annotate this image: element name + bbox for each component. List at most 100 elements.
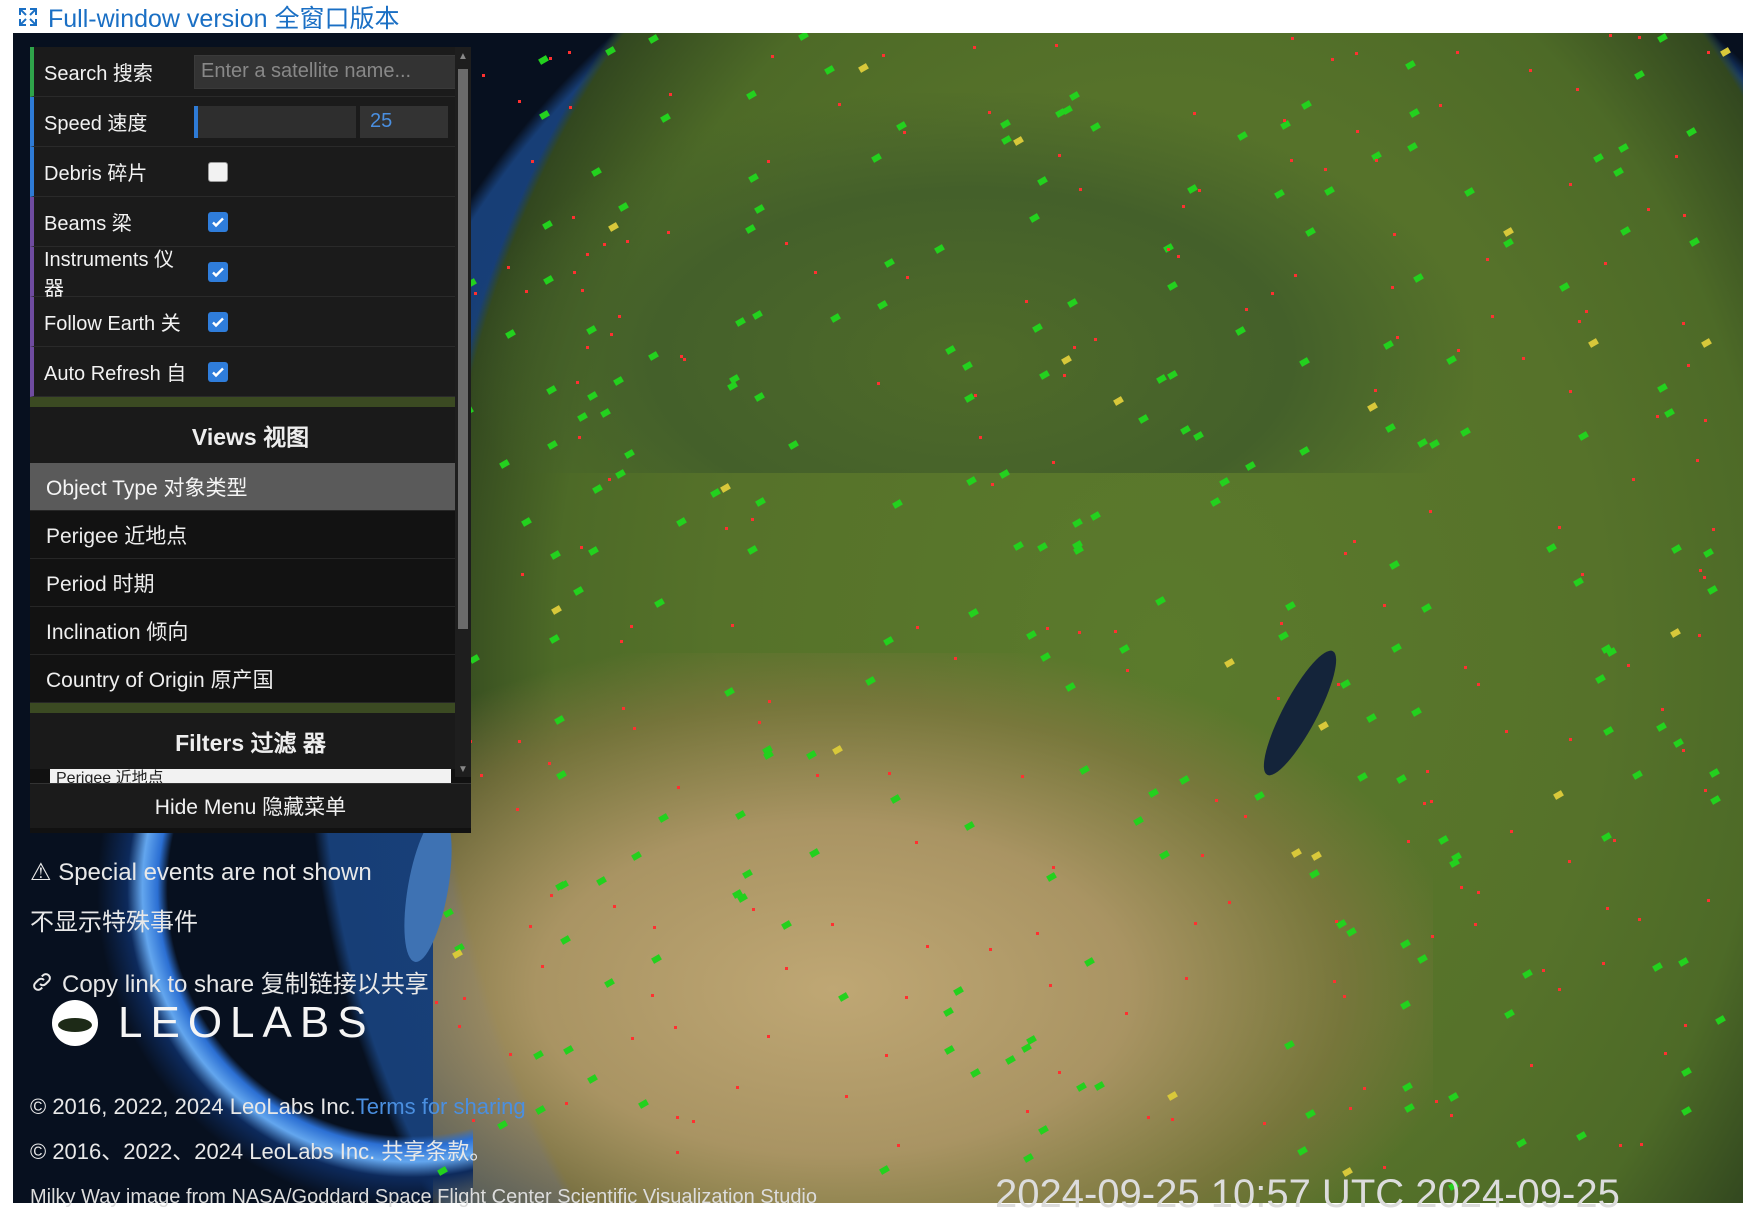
debris-marker	[473, 291, 477, 295]
full-window-link[interactable]: Full-window version 全窗口版本	[16, 0, 399, 35]
satellite-marker	[537, 55, 549, 66]
instruments-checkbox[interactable]	[208, 261, 228, 282]
beams-checkbox[interactable]	[208, 211, 228, 232]
satellite-marker	[968, 608, 980, 619]
debris-marker	[692, 1120, 696, 1124]
debris-marker	[1558, 988, 1562, 992]
control-menu: Search 搜索 Speed 速度 25 Debris 碎片 Beams 梁 …	[30, 47, 471, 833]
warning-text-en: Special events are not shown	[58, 859, 372, 886]
satellite-marker	[1089, 510, 1101, 521]
satellite-marker	[1656, 722, 1667, 732]
satellite-marker	[966, 475, 978, 486]
satellite-marker	[755, 497, 767, 508]
satellite-marker	[1709, 795, 1721, 806]
debris-marker	[1661, 707, 1665, 711]
debris-marker	[521, 572, 525, 576]
debris-marker	[516, 808, 519, 812]
terms-link[interactable]: Terms for sharing	[356, 1094, 526, 1119]
satellite-marker	[1503, 1009, 1515, 1019]
satellite-marker	[550, 550, 561, 560]
satellite-marker	[1656, 383, 1668, 394]
debris-marker	[585, 345, 589, 349]
scroll-up-icon[interactable]: ▲	[458, 51, 468, 62]
satellite-marker	[1603, 726, 1614, 736]
debris-marker	[990, 483, 994, 487]
debris-marker	[1021, 774, 1025, 778]
debris-marker	[1603, 261, 1607, 265]
satellite-marker	[1657, 33, 1669, 43]
instruments-label: Instruments 仪器	[44, 248, 175, 300]
satellite-marker	[1449, 858, 1461, 869]
debris-marker	[979, 436, 983, 440]
leolabs-logo-mark	[52, 1000, 98, 1046]
debris-marker	[1613, 839, 1617, 843]
debris-marker	[1355, 129, 1359, 133]
debris-marker	[550, 894, 554, 898]
debris-marker	[816, 773, 820, 777]
debris-marker	[767, 1035, 771, 1039]
check-icon	[212, 367, 224, 377]
satellite-marker	[1219, 476, 1231, 487]
satellite-marker	[892, 499, 903, 510]
view-inclination[interactable]: Inclination 倾向	[30, 607, 471, 655]
auto-refresh-checkbox[interactable]	[208, 361, 228, 382]
menu-scrollbar[interactable]: ▲ ▼	[455, 47, 471, 777]
debris-marker	[679, 355, 683, 359]
debris-marker	[751, 908, 755, 912]
debris-marker	[608, 477, 612, 481]
debris-marker	[1279, 621, 1283, 625]
filter-select[interactable]: Perigee 近地点	[50, 769, 451, 783]
copy-link-button[interactable]: Copy link to share 复制链接以共享	[30, 964, 429, 999]
view-perigee[interactable]: Perigee 近地点	[30, 511, 471, 559]
debris-marker	[1063, 373, 1067, 377]
speed-value-field[interactable]: 25	[360, 105, 448, 138]
debris-marker	[1576, 87, 1580, 91]
debris-marker	[1423, 802, 1427, 806]
satellite-marker	[1405, 59, 1417, 70]
warning-icon: ⚠	[30, 859, 52, 886]
speed-slider[interactable]	[194, 105, 356, 138]
debris-marker	[673, 1025, 677, 1029]
debris-marker	[1707, 51, 1711, 55]
scroll-down-icon[interactable]: ▼	[458, 764, 468, 775]
view-period[interactable]: Period 时期	[30, 559, 471, 607]
menu-divider	[30, 703, 471, 713]
toggle-row-beams: Beams 梁	[30, 197, 471, 247]
debris-marker	[518, 740, 522, 744]
debris-marker	[1637, 35, 1641, 39]
debris-marker	[1093, 337, 1097, 341]
speed-row: Speed 速度 25	[30, 97, 471, 147]
debris-marker	[1049, 984, 1053, 988]
debris-marker	[667, 230, 671, 234]
image-credit: Milky Way image from NASA/Goddard Space …	[30, 1186, 818, 1208]
debris-marker	[1577, 320, 1581, 324]
debris-marker	[577, 436, 581, 440]
debris-marker	[831, 923, 835, 927]
debris-marker	[653, 926, 657, 930]
debris-marker	[1072, 345, 1076, 349]
debris-marker	[1396, 335, 1400, 339]
debris-marker	[1323, 168, 1327, 171]
debris-marker	[462, 997, 466, 1001]
debris-checkbox[interactable]	[208, 161, 228, 182]
satellite-marker	[1703, 548, 1715, 558]
copy-link-label: Copy link to share 复制链接以共享	[62, 971, 429, 998]
hide-menu-button[interactable]: Hide Menu 隐藏菜单	[30, 783, 471, 828]
follow-earth-checkbox[interactable]	[208, 311, 228, 332]
debris-marker	[888, 771, 892, 775]
satellite-marker	[1600, 832, 1612, 843]
toggle-row-debris: Debris 碎片	[30, 147, 471, 197]
debris-marker	[548, 762, 552, 766]
debris-marker	[1476, 890, 1480, 894]
debris-marker	[1568, 390, 1572, 394]
search-input[interactable]	[194, 54, 456, 89]
debris-marker	[1695, 458, 1699, 462]
debris-marker	[1198, 189, 1202, 193]
scroll-thumb[interactable]	[458, 69, 468, 629]
debris-marker	[1674, 154, 1678, 158]
view-object-type[interactable]: Object Type 对象类型	[30, 463, 471, 511]
view-country-of-origin[interactable]: Country of Origin 原产国	[30, 655, 471, 703]
debris-marker	[1569, 737, 1573, 741]
satellite-marker	[1572, 577, 1584, 587]
debris-marker	[1608, 34, 1612, 38]
